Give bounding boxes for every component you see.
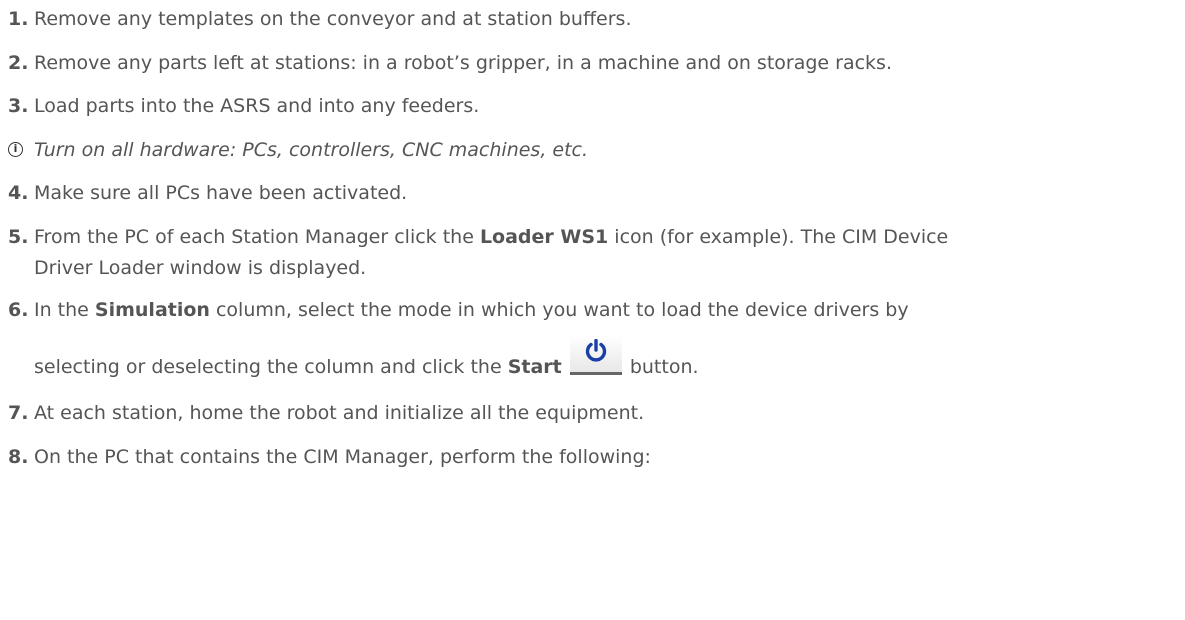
info-note: i Turn on all hardware: PCs, controllers… xyxy=(8,135,1178,166)
step-text-part: button. xyxy=(623,356,699,378)
step-text-part: icon (for example). The CIM Device xyxy=(608,226,949,248)
start-button[interactable] xyxy=(569,335,622,379)
step-text-part: column, select the mode in which you wan… xyxy=(209,299,909,321)
step-text: At each station, home the robot and init… xyxy=(34,402,645,424)
info-icon: i xyxy=(8,142,23,157)
step-text-part: selecting or deselecting the column and … xyxy=(34,356,508,378)
step-number: 4. xyxy=(8,182,29,204)
step-text: In the Simulation column, select the mod… xyxy=(34,295,1178,326)
step-number: 1. xyxy=(8,8,29,30)
step-6-line-2: selecting or deselecting the column and … xyxy=(8,335,1178,390)
step-text-part: From the PC of each Station Manager clic… xyxy=(34,226,480,248)
step-8: 8. On the PC that contains the CIM Manag… xyxy=(8,442,1178,473)
step-number: 2. xyxy=(8,52,29,74)
step-7: 7. At each station, home the robot and i… xyxy=(8,398,1178,429)
step-text: Make sure all PCs have been activated. xyxy=(34,182,408,204)
step-number: 3. xyxy=(8,95,29,117)
step-2: 2. Remove any parts left at stations: in… xyxy=(8,48,1178,79)
loader-ws1-label: Loader WS1 xyxy=(479,226,609,248)
step-text: Remove any parts left at stations: in a … xyxy=(34,52,892,74)
step-text: selecting or deselecting the column and … xyxy=(34,335,1178,390)
step-text: Remove any templates on the conveyor and… xyxy=(34,8,632,30)
step-number: 5. xyxy=(8,226,29,248)
step-text: On the PC that contains the CIM Manager,… xyxy=(34,446,651,468)
step-1: 1. Remove any templates on the conveyor … xyxy=(8,4,1178,35)
step-text-part: In the xyxy=(34,299,95,321)
note-text: Turn on all hardware: PCs, controllers, … xyxy=(34,139,589,161)
start-label: Start xyxy=(507,356,562,378)
power-icon xyxy=(585,339,606,362)
step-4: 4. Make sure all PCs have been activated… xyxy=(8,178,1178,209)
step-text-part: Driver Loader window is displayed. xyxy=(34,257,367,279)
step-6: 6. In the Simulation column, select the … xyxy=(8,295,1178,326)
step-text: Load parts into the ASRS and into any fe… xyxy=(34,95,480,117)
step-text: From the PC of each Station Manager clic… xyxy=(34,222,1178,284)
step-number: 6. xyxy=(8,299,29,321)
step-number: 8. xyxy=(8,446,29,468)
step-number: 7. xyxy=(8,402,29,424)
simulation-label: Simulation xyxy=(94,299,210,321)
step-5: 5. From the PC of each Station Manager c… xyxy=(8,222,1178,284)
step-3: 3. Load parts into the ASRS and into any… xyxy=(8,91,1178,122)
